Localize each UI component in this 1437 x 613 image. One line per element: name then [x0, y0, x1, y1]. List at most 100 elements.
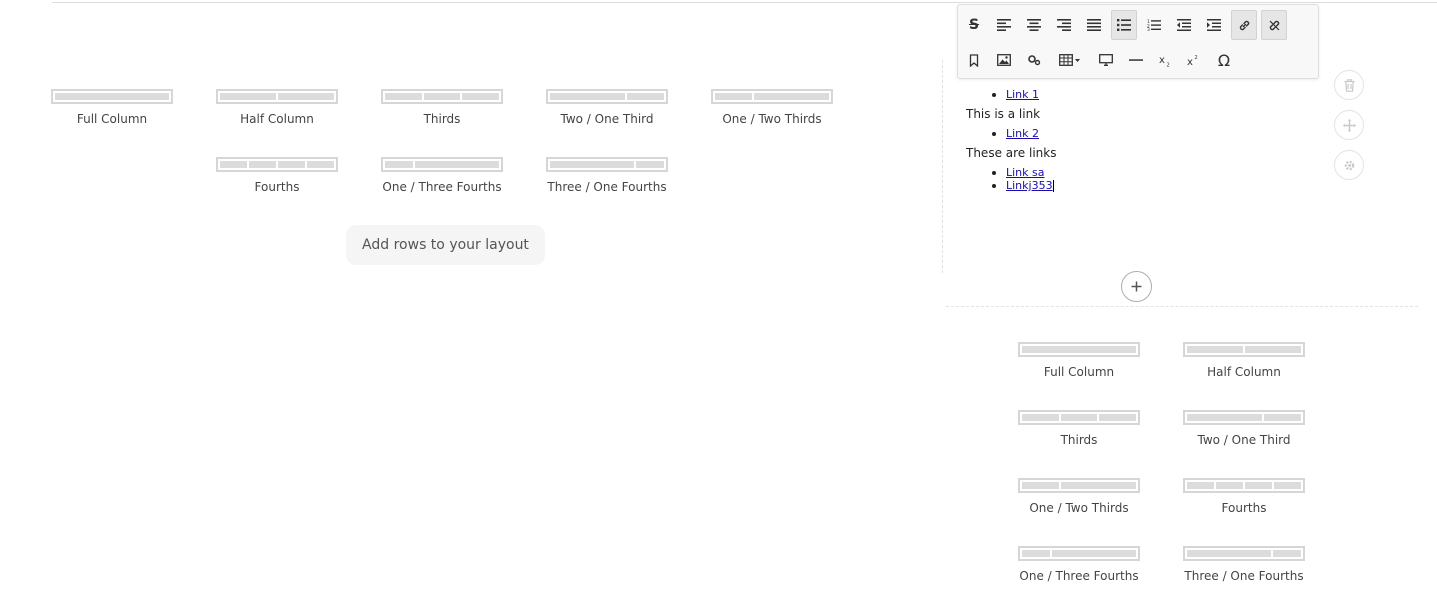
- layout-preview-segment: [1263, 414, 1301, 421]
- layout-option-label: One / Two Thirds: [1029, 501, 1129, 515]
- numbered-list-button[interactable]: 123: [1141, 10, 1167, 40]
- layout-preview-segment: [1022, 414, 1059, 421]
- superscript-icon: x2: [1187, 55, 1198, 67]
- layout-option-label: Three / One Fourths: [1184, 569, 1304, 583]
- delete-column-button[interactable]: [1334, 70, 1364, 100]
- layout-option-three-one-fourths[interactable]: Three / One Fourths: [1181, 546, 1307, 583]
- link-2[interactable]: Link 2: [1006, 127, 1039, 140]
- layout-preview-segment: [1099, 414, 1137, 421]
- image-button[interactable]: [991, 45, 1017, 75]
- layout-preview-segment: [462, 93, 500, 100]
- special-character-icon: Ω: [1217, 50, 1231, 70]
- align-right-button[interactable]: [1051, 10, 1077, 40]
- superscript-button[interactable]: x2: [1181, 45, 1207, 75]
- list-item: Link 1: [1006, 88, 1326, 101]
- layout-preview-segment: [423, 93, 461, 100]
- trash-icon: [1344, 78, 1354, 92]
- layout-preview-segment: [626, 93, 664, 100]
- layout-preview-segment: [636, 161, 664, 168]
- layout-preview-segment: [1187, 346, 1243, 353]
- add-rows-button[interactable]: Add rows to your layout: [346, 225, 545, 265]
- layout-option-full-column[interactable]: Full Column: [49, 89, 175, 126]
- align-left-button[interactable]: [991, 10, 1017, 40]
- layout-option-full-column[interactable]: Full Column: [1016, 342, 1142, 379]
- align-justify-icon: [1087, 19, 1101, 31]
- layout-option-label: Full Column: [1043, 365, 1115, 379]
- link-list: Link 1: [966, 88, 1326, 101]
- layout-option-half-column[interactable]: Half Column: [1181, 342, 1307, 379]
- layout-preview: [1183, 546, 1305, 561]
- horizontal-rule-button[interactable]: [1123, 45, 1149, 75]
- strikethrough-button[interactable]: S: [961, 10, 987, 40]
- strikethrough-icon: S: [968, 17, 980, 33]
- link-j353[interactable]: Linkj353: [1006, 179, 1053, 192]
- outdent-button[interactable]: [1171, 10, 1197, 40]
- table-button[interactable]: [1053, 45, 1087, 75]
- special-character-button[interactable]: Ω: [1211, 45, 1237, 75]
- layout-option-fourths[interactable]: Fourths: [1181, 478, 1307, 515]
- layout-option-fourths[interactable]: Fourths: [214, 157, 340, 194]
- layout-preview: [1183, 410, 1305, 425]
- layout-option-thirds[interactable]: Thirds: [379, 89, 505, 126]
- layout-preview-segment: [1187, 482, 1214, 489]
- unlink-button[interactable]: [1261, 10, 1287, 40]
- link-sa[interactable]: Link sa: [1006, 166, 1045, 179]
- layout-preview-segment: [754, 93, 829, 100]
- add-module-button[interactable]: [1121, 271, 1152, 302]
- layout-preview: [711, 89, 833, 104]
- layout-option-one-two-thirds[interactable]: One / Two Thirds: [1016, 478, 1142, 515]
- layout-preview-segment: [1022, 550, 1050, 557]
- link-icon: [1239, 20, 1249, 30]
- layout-preview-segment: [715, 93, 753, 100]
- layout-option-label: One / Three Fourths: [382, 180, 502, 194]
- column-settings-button[interactable]: [1334, 150, 1364, 180]
- layout-option-one-three-fourths[interactable]: One / Three Fourths: [379, 157, 505, 194]
- preview-button[interactable]: [1093, 45, 1119, 75]
- layout-option-two-one-third[interactable]: Two / One Third: [1181, 410, 1307, 447]
- layout-option-thirds[interactable]: Thirds: [1016, 410, 1142, 447]
- embed-icon: [1028, 55, 1041, 66]
- layout-option-three-one-fourths[interactable]: Three / One Fourths: [544, 157, 670, 194]
- link-list: Link 2: [966, 127, 1326, 140]
- layout-preview: [546, 89, 668, 104]
- layout-preview-segment: [385, 93, 422, 100]
- layout-option-label: Two / One Third: [1197, 433, 1291, 447]
- link-1[interactable]: Link 1: [1006, 88, 1039, 101]
- align-center-button[interactable]: [1021, 10, 1047, 40]
- list-item: Linkj353: [1006, 179, 1326, 192]
- layout-preview-segment: [55, 93, 169, 100]
- editor-toolbar: S 123 x2 x 2 Ω: [957, 4, 1319, 79]
- outdent-icon: [1177, 19, 1191, 31]
- subscript-button[interactable]: x2: [1153, 45, 1179, 75]
- numbered-list-icon: 123: [1147, 19, 1161, 31]
- layout-option-one-three-fourths[interactable]: One / Three Fourths: [1016, 546, 1142, 583]
- bulleted-list-button[interactable]: [1111, 10, 1137, 40]
- layout-option-two-one-third[interactable]: Two / One Third: [544, 89, 670, 126]
- embed-button[interactable]: [1021, 45, 1047, 75]
- table-icon: [1059, 54, 1080, 66]
- layout-preview-segment: [220, 93, 276, 100]
- link-button[interactable]: [1231, 10, 1257, 40]
- indent-button[interactable]: [1201, 10, 1227, 40]
- svg-text:x: x: [1159, 55, 1165, 66]
- layout-option-one-two-thirds[interactable]: One / Two Thirds: [709, 89, 835, 126]
- layout-preview-segment: [278, 93, 334, 100]
- layout-option-label: Thirds: [423, 112, 461, 126]
- layout-option-half-column[interactable]: Half Column: [214, 89, 340, 126]
- layout-preview: [1018, 342, 1140, 357]
- svg-text:2: 2: [1167, 62, 1170, 67]
- top-border: [52, 0, 1437, 3]
- move-column-button[interactable]: [1334, 110, 1364, 140]
- column-divider: [942, 60, 943, 273]
- text-editor-content[interactable]: Link 1 This is a link Link 2 These are l…: [966, 88, 1326, 192]
- align-justify-button[interactable]: [1081, 10, 1107, 40]
- layout-preview: [381, 157, 503, 172]
- layout-preview-segment: [249, 161, 276, 168]
- layout-preview-segment: [1060, 414, 1098, 421]
- anchor-button[interactable]: [961, 45, 987, 75]
- gear-icon: [1344, 160, 1354, 170]
- layout-preview-segment: [1052, 550, 1136, 557]
- subscript-icon: x2: [1159, 55, 1170, 67]
- layout-preview: [1018, 546, 1140, 561]
- layout-preview-segment: [220, 161, 247, 168]
